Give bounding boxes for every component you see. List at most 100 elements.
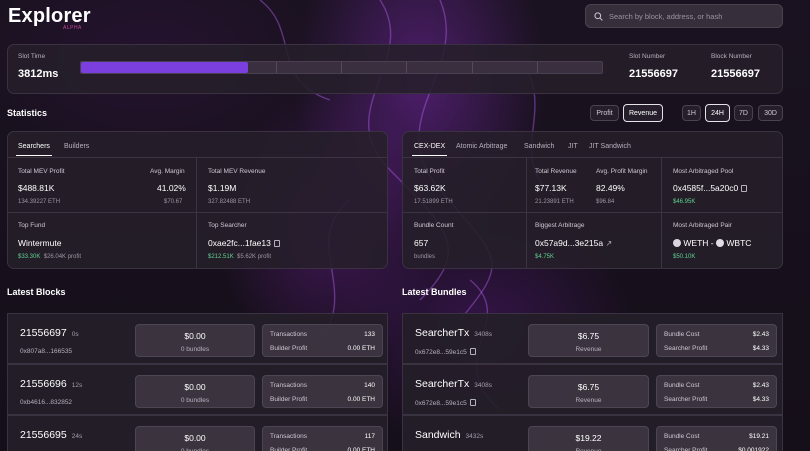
builder-profit-label: Builder Profit xyxy=(270,447,308,451)
slot-number-value: 21556697 xyxy=(629,68,678,80)
total-mev-revenue-label: Total MEV Revenue xyxy=(208,168,266,175)
bundle-hash-value: 0x672e8...59e1c5 xyxy=(415,400,467,407)
copy-icon[interactable] xyxy=(469,348,476,355)
searcher-profit-label: Searcher Profit xyxy=(664,447,708,451)
avg-margin-label: Avg. Margin xyxy=(150,168,185,175)
block-number[interactable]: 21556697 0s xyxy=(20,327,79,339)
block-value: $0.00 xyxy=(184,382,206,392)
tab-jit[interactable]: JIT xyxy=(568,143,578,150)
bundle-type-value: SearcherTx xyxy=(415,378,470,390)
block-value-box: $0.000 bundles xyxy=(135,426,255,451)
top-searcher-stats: $212.51K $5.62K profit xyxy=(208,254,272,260)
bundle-value-box: $6.75 Revenue xyxy=(528,375,649,408)
block-value-box: $0.00 0 bundles xyxy=(135,375,255,408)
block-number[interactable]: 21556695 24s xyxy=(20,429,82,441)
range-1h[interactable]: 1H xyxy=(682,105,701,121)
toggle-revenue[interactable]: Revenue xyxy=(623,104,663,122)
total-mev-profit-eth: 134.39227 ETH xyxy=(18,199,61,205)
searcher-stats-panel xyxy=(7,131,388,269)
bundle-cost-value: $2.43 xyxy=(752,331,769,338)
most-arb-pool-value: $46.95K xyxy=(673,199,696,205)
bundle-type[interactable]: SearcherTx 3408s xyxy=(415,327,492,339)
searcher-profit-label: Searcher Profit xyxy=(664,345,708,352)
builder-profit-value: 0.00 ETH xyxy=(347,447,375,451)
searcher-profit-value: $4.33 xyxy=(752,345,769,352)
slot-progress-bar xyxy=(80,61,603,74)
tab-builders[interactable]: Builders xyxy=(64,143,89,150)
bundle-type[interactable]: SearcherTx 3408s xyxy=(415,378,492,390)
bundle-revenue-label: Revenue xyxy=(575,397,602,404)
bundle-row[interactable]: Sandwich 3432s $19.22Revenue Bundle Cost $19… xyxy=(402,415,783,451)
slot-number-label: Slot Number xyxy=(629,53,666,60)
total-mev-profit-value: $488.81K xyxy=(18,183,55,193)
bundle-count-unit: bundles xyxy=(414,254,436,260)
tab-atomic-arbitrage[interactable]: Atomic Arbitrage xyxy=(456,143,507,150)
total-mev-revenue-value: $1.19M xyxy=(208,183,237,193)
block-age: 0s xyxy=(71,331,79,338)
block-value: $0.00 xyxy=(184,433,206,443)
toggle-profit[interactable]: Profit xyxy=(590,105,619,121)
tab-sandwich[interactable]: Sandwich xyxy=(524,143,554,150)
avg-margin-sub: $70.67 xyxy=(164,199,183,205)
most-arb-pool-address[interactable]: 0x4585f...5a20c0 xyxy=(673,183,748,193)
external-link-icon[interactable]: ↗ xyxy=(605,239,612,248)
block-bundles: 0 bundles xyxy=(180,346,210,353)
block-number-value: 21556695 xyxy=(20,429,67,441)
range-30d[interactable]: 30D xyxy=(758,105,783,121)
biggest-arb-hash[interactable]: 0x57a9d...3e215a ↗ xyxy=(535,238,612,248)
block-value-box: $0.00 0 bundles xyxy=(135,324,255,357)
bundle-hash-value: 0x672e8...59e1c5 xyxy=(415,349,467,356)
bundle-row[interactable]: SearcherTx 3408s 0x672e8...59e1c5 $6.75 Reve… xyxy=(402,364,783,415)
block-age: 24s xyxy=(71,433,83,440)
bundle-details-box: Bundle Cost $2.43 Searcher Profit $4.33 xyxy=(656,324,777,357)
block-row[interactable]: 21556696 12s 0xb4616...832852 $0.00 0 bundle… xyxy=(7,364,388,415)
searcher-profit-value: $0.001922 xyxy=(738,447,769,451)
bundle-revenue: $6.75 xyxy=(577,382,600,392)
total-profit-eth: 17.51899 ETH xyxy=(414,199,453,205)
bundle-row[interactable]: SearcherTx 3408s 0x672e8...59e1c5 $6.75 Reve… xyxy=(402,313,783,364)
bundle-age: 3432s xyxy=(465,433,484,440)
builder-profit-label: Builder Profit xyxy=(270,345,308,352)
bundle-value-box: $6.75 Revenue xyxy=(528,324,649,357)
bundle-cost-value: $2.43 xyxy=(752,382,769,389)
copy-icon[interactable] xyxy=(273,240,280,247)
bundle-details-box: Bundle Cost $2.43 Searcher Profit $4.33 xyxy=(656,375,777,408)
tab-jit-sandwich[interactable]: JIT Sandwich xyxy=(589,143,631,150)
tab-cex-dex[interactable]: CEX-DEX xyxy=(411,143,448,156)
bundle-hash[interactable]: 0x672e8...59e1c5 xyxy=(415,399,476,407)
total-revenue-value: $77.13K xyxy=(535,183,567,193)
tab-searchers[interactable]: Searchers xyxy=(16,143,52,156)
top-searcher-address[interactable]: 0xae2fc...1fae13 xyxy=(208,238,280,248)
block-row[interactable]: 21556697 0s 0x807a8...166535 $0.00 0 bundles… xyxy=(7,313,388,364)
bundle-type[interactable]: Sandwich 3432s xyxy=(415,429,483,441)
total-revenue-eth: 21.23891 ETH xyxy=(535,199,574,205)
range-24h[interactable]: 24H xyxy=(705,104,730,122)
bundle-cost-label: Bundle Cost xyxy=(664,331,700,338)
search-bar[interactable] xyxy=(585,4,783,28)
bundle-hash[interactable]: 0x672e8...59e1c5 xyxy=(415,348,476,356)
copy-icon[interactable] xyxy=(469,399,476,406)
bundle-type-value: Sandwich xyxy=(415,429,461,441)
block-bundles: 0 bundles xyxy=(180,397,210,404)
mev-type-stats-panel xyxy=(402,131,783,269)
block-hash[interactable]: 0xb4616...832852 xyxy=(20,399,72,406)
block-value: $0.00 xyxy=(184,331,206,341)
most-arb-pair-value: $50.10K xyxy=(673,254,696,260)
bundle-value-box: $19.22Revenue xyxy=(528,426,649,451)
range-7d[interactable]: 7D xyxy=(734,105,753,121)
block-details-box: Transactions 117 Builder Profit 0.00 ETH xyxy=(262,426,383,451)
bundle-type-value: SearcherTx xyxy=(415,327,470,339)
search-input[interactable] xyxy=(609,11,779,21)
wbtc-token-icon xyxy=(716,239,724,247)
bundle-cost-label: Bundle Cost xyxy=(664,433,700,440)
block-number[interactable]: 21556696 12s xyxy=(20,378,82,390)
slot-time-value: 3812ms xyxy=(18,68,59,80)
builder-profit-value: 0.00 ETH xyxy=(347,396,375,403)
bundle-cost-value: $19.21 xyxy=(749,433,769,440)
block-hash[interactable]: 0x807a8...166535 xyxy=(20,348,72,355)
most-arb-pair[interactable]: WETH - WBTC xyxy=(673,238,751,248)
copy-icon[interactable] xyxy=(741,185,748,192)
block-row[interactable]: 21556695 24s $0.000 bundles Transactions 117… xyxy=(7,415,388,451)
slot-progress-fill xyxy=(81,62,248,73)
search-icon xyxy=(594,11,603,21)
